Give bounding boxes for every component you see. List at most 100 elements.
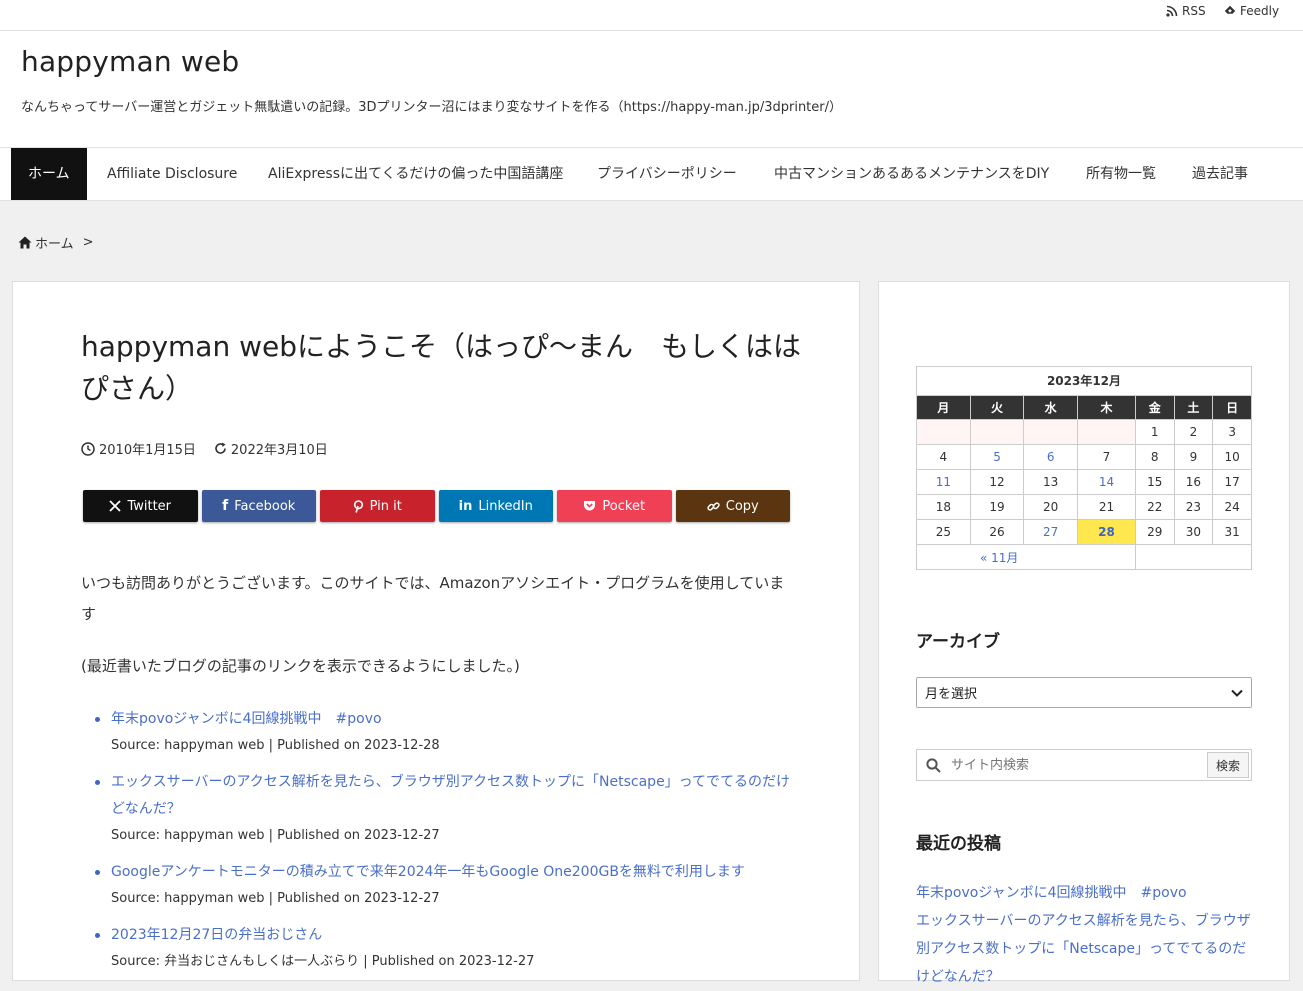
calendar-day-cell: 17: [1212, 469, 1252, 495]
breadcrumb: ホーム >: [18, 233, 94, 252]
calendar-day-cell: 15: [1134, 469, 1175, 495]
calendar-week-row: 18 19 20 21 22 23 24: [916, 494, 1252, 520]
calendar-day-link[interactable]: 27: [1043, 525, 1058, 539]
linkedin-icon: in: [458, 498, 473, 514]
calendar-day-link[interactable]: 28: [1098, 525, 1115, 539]
calendar-day-cell: 6: [1023, 444, 1079, 470]
calendar-day-cell: 16: [1173, 469, 1214, 495]
calendar-prev-cell: « 11月: [916, 544, 1136, 570]
calendar-empty-cell: [1077, 419, 1136, 445]
calendar-day-cell: 18: [916, 494, 971, 520]
main-content: happyman webにようこそ（はっぴ〜まん もしくははぴさん） 2010年…: [12, 281, 860, 981]
calendar-nav-row: « 11月: [916, 544, 1253, 570]
share-pocket-button[interactable]: Pocket: [557, 490, 672, 522]
nav-item-affiliate-disclosure[interactable]: Affiliate Disclosure: [107, 148, 237, 200]
calendar-day-cell: 29: [1134, 519, 1175, 545]
list-item: エックスサーバーのアクセス解析を見たら、ブラウザ別アクセス数トップに「Netsc…: [916, 907, 1256, 991]
weekday-header: 月: [916, 395, 971, 420]
site-description: なんちゃってサーバー運営とガジェット無駄遣いの記録。3Dプリンター沼にはまり変な…: [21, 100, 843, 115]
calendar-empty-cell: [916, 419, 971, 445]
nav-item-archive-posts[interactable]: 過去記事: [1192, 148, 1248, 200]
calendar-day-cell: 9: [1173, 444, 1214, 470]
weekday-header: 火: [969, 395, 1025, 420]
search-input[interactable]: [949, 751, 1207, 779]
pocket-icon: [584, 501, 596, 511]
share-twitter-button[interactable]: Twitter: [83, 490, 198, 522]
calendar-day-cell: 2: [1173, 419, 1214, 445]
top-bar: RSS Feedly: [0, 0, 1303, 31]
list-item: 年末povoジャンボに4回線挑戦中 #povo: [916, 879, 1256, 907]
x-icon: [109, 500, 122, 512]
intro-text: いつも訪問ありがとうございます。このサイトでは、Amazonアソシエイト・プログ…: [81, 574, 785, 623]
rss-link[interactable]: RSS: [1166, 4, 1206, 18]
search-button[interactable]: 検索: [1206, 752, 1249, 778]
share-twitter-label: Twitter: [127, 498, 172, 514]
archive-dropdown-value: 月を選択: [925, 687, 978, 702]
calendar-days: 1 2 3 4 5 6 7 8 9 10 11 12 13 14 15 16 17 18 19 20 21 22 23 24 2…: [916, 419, 1252, 545]
calendar-weekday-row: 月 火 水 木 金 土 日: [916, 395, 1252, 420]
feedly-label: Feedly: [1240, 4, 1280, 18]
archive-widget-title: アーカイブ: [916, 632, 1000, 652]
calendar-empty-cell: [969, 419, 1025, 445]
calendar-day-cell: 8: [1134, 444, 1175, 470]
post-link[interactable]: 2023年12月27日の弁当おじさん: [111, 927, 322, 943]
calendar-day-link[interactable]: 6: [1047, 450, 1055, 464]
calendar-caption: 2023年12月: [916, 366, 1252, 395]
calendar-day-cell: 30: [1173, 519, 1214, 545]
calendar-day-cell: 11: [916, 469, 971, 495]
calendar-day-cell: 5: [969, 444, 1025, 470]
global-nav: ホーム Affiliate Disclosure AliExpressに出てくる…: [0, 147, 1303, 201]
nav-item-mansion-diy[interactable]: 中古マンションあるあるメンテナンスをDIY: [774, 148, 1049, 200]
post-link[interactable]: 年末povoジャンボに4回線挑戦中 #povo: [111, 711, 382, 727]
calendar-day-cell: 23: [1173, 494, 1214, 520]
chevron-down-icon: [1231, 689, 1243, 697]
nav-item-aliexpress-chinese[interactable]: AliExpressに出てくるだけの偏った中国語講座: [268, 148, 563, 200]
recent-post-link[interactable]: 年末povoジャンボに4回線挑戦中 #povo: [916, 885, 1187, 901]
calendar-prev-month-link[interactable]: « 11月: [980, 551, 1018, 565]
share-copy-label: Copy: [725, 498, 759, 514]
calendar-day-cell: 31: [1212, 519, 1252, 545]
calendar-day-cell: 20: [1023, 494, 1079, 520]
calendar-week-row: 4 5 6 7 8 9 10: [916, 444, 1252, 470]
list-item: Googleアンケートモニターの積み立てで来年2024年一年もGoogle On…: [95, 859, 793, 912]
calendar-day-link[interactable]: 11: [936, 475, 951, 489]
calendar-day-link[interactable]: 14: [1099, 475, 1114, 489]
calendar-widget: 2023年12月 月 火 水 木 金 土 日 1 2 3 4 5 6 7 8 9 10 11 12 13…: [916, 366, 1253, 570]
share-copy-button[interactable]: Copy: [675, 490, 790, 522]
nav-item-home[interactable]: ホーム: [11, 148, 87, 200]
archive-dropdown[interactable]: 月を選択: [916, 677, 1252, 708]
calendar-day-cell: 14: [1077, 469, 1136, 495]
weekday-header: 金: [1134, 395, 1175, 420]
share-pinterest-button[interactable]: Pin it: [320, 490, 435, 522]
link-icon: [707, 501, 720, 511]
list-item: エックスサーバーのアクセス解析を見たら、ブラウザ別アクセス数トップに「Netsc…: [95, 769, 793, 849]
pinterest-icon: [353, 499, 363, 513]
recent-posts-list: 年末povoジャンボに4回線挑戦中 #povo エックスサーバーのアクセス解析を…: [916, 879, 1256, 991]
breadcrumb-home-link[interactable]: ホーム: [35, 233, 74, 252]
feedly-link[interactable]: Feedly: [1224, 4, 1279, 18]
note-text: (最近書いたブログの記事のリンクを表示できるようにしました。): [81, 657, 520, 675]
calendar-day-cell: 1: [1134, 419, 1175, 445]
nav-item-privacy-policy[interactable]: プライバシーポリシー: [597, 148, 737, 200]
clock-icon: [81, 441, 95, 456]
post-link[interactable]: エックスサーバーのアクセス解析を見たら、ブラウザ別アクセス数トップに「Netsc…: [111, 774, 790, 817]
calendar-day-cell: 13: [1023, 469, 1079, 495]
post-link[interactable]: Googleアンケートモニターの積み立てで来年2024年一年もGoogle On…: [111, 864, 745, 880]
recent-post-link[interactable]: エックスサーバーのアクセス解析を見たら、ブラウザ別アクセス数トップに「Netsc…: [916, 913, 1251, 985]
calendar-day-cell: 21: [1077, 494, 1136, 520]
calendar-day-cell: 24: [1212, 494, 1252, 520]
article-title: happyman webにようこそ（はっぴ〜まん もしくははぴさん）: [81, 330, 802, 405]
calendar-next-cell: [1134, 544, 1253, 570]
calendar-day-cell: 27: [1023, 519, 1079, 545]
calendar-day-cell: 12: [969, 469, 1025, 495]
weekday-header: 土: [1173, 395, 1214, 420]
share-linkedin-button[interactable]: in LinkedIn: [438, 490, 553, 522]
facebook-icon: f: [222, 498, 229, 514]
recent-post-list: 年末povoジャンボに4回線挑戦中 #povo Source: happyman…: [81, 706, 793, 985]
share-pocket-label: Pocket: [602, 498, 646, 514]
calendar-day-link[interactable]: 5: [993, 450, 1001, 464]
list-item: 2023年12月27日の弁当おじさん Source: 弁当おじさんもしくは一人ぶ…: [95, 922, 793, 975]
site-title[interactable]: happyman web: [21, 45, 239, 78]
nav-item-belongings[interactable]: 所有物一覧: [1086, 148, 1156, 200]
share-facebook-button[interactable]: f Facebook: [201, 490, 316, 522]
